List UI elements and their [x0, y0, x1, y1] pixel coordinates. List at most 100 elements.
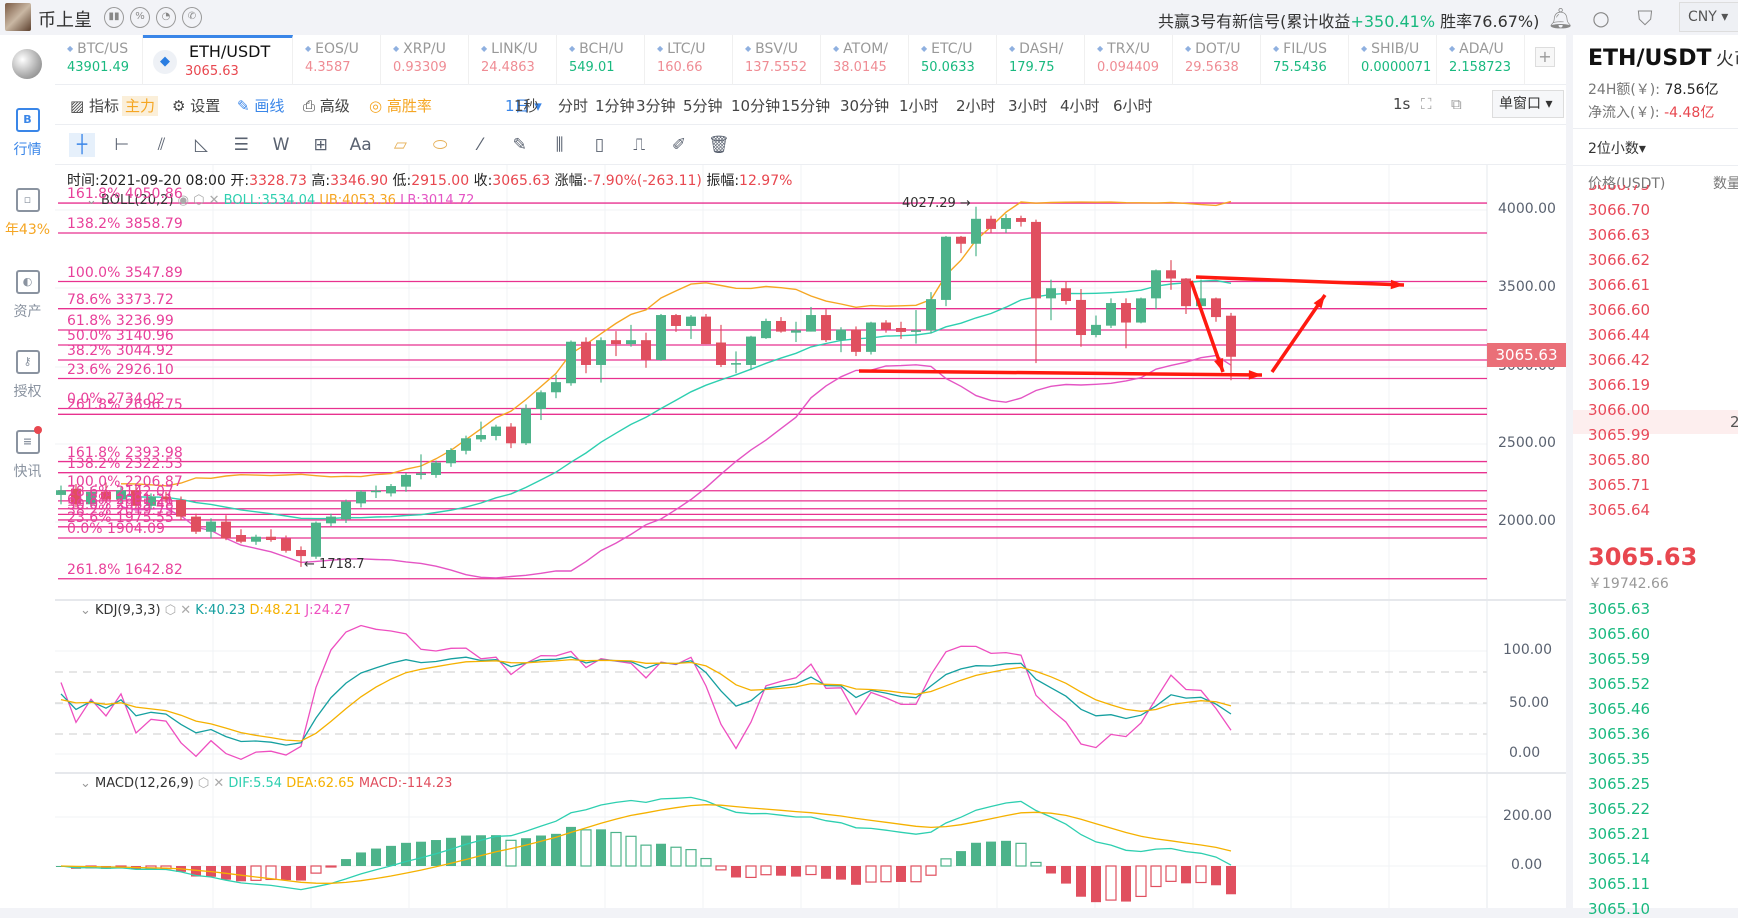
ticker-tab[interactable]: TRX/U 0.094409 [1085, 35, 1173, 85]
settings-button[interactable]: ⚙ 设置 [172, 95, 220, 116]
ask-price[interactable]: 3065.64 [1588, 501, 1650, 519]
bid-price[interactable]: 3065.52 [1588, 675, 1650, 693]
avatar[interactable] [5, 3, 31, 31]
collapse-chevron-icon[interactable]: ⌄ [80, 603, 95, 618]
period-2小时[interactable]: 2小时 [956, 95, 996, 116]
ask-price[interactable]: 3065.71 [1588, 476, 1650, 494]
sidebar-item-annual[interactable]: ▫ 年43% [0, 188, 55, 239]
bid-price[interactable]: 3065.21 [1588, 825, 1650, 843]
bid-price[interactable]: 3065.25 [1588, 775, 1650, 793]
ticker-tab[interactable]: EOS/U 4.3587 [293, 35, 381, 85]
period-3小时[interactable]: 3小时 [1008, 95, 1048, 116]
period-1分钟[interactable]: 1分钟 [595, 95, 635, 116]
period-6小时[interactable]: 6小时 [1113, 95, 1153, 116]
ruler-alt-icon[interactable]: ⬭ [427, 133, 453, 157]
ticker-tab[interactable]: LTC/U 160.66 [645, 35, 733, 85]
close-icon[interactable]: ✕ [209, 193, 224, 208]
sidebar-item-authorize[interactable]: ⚷ 授权 [0, 350, 55, 401]
collapse-chevron-icon[interactable]: ⌄ [80, 776, 95, 791]
ask-price[interactable]: 3066.19 [1588, 376, 1650, 394]
ticker-tab[interactable]: DASH/179.75 [997, 35, 1085, 85]
parallel-lines-icon[interactable]: ⫽ [149, 133, 175, 157]
ticker-tab[interactable]: XRP/U 0.93309 [381, 35, 469, 85]
ticker-tab[interactable]: FIL/US 75.5436 [1261, 35, 1349, 85]
ticker-tab[interactable]: ADA/U 2.158723 [1437, 35, 1525, 85]
ticker-tab[interactable]: BCH/U 549.01 [557, 35, 645, 85]
indicator-button[interactable]: ▨ 指标 主力 [70, 95, 158, 116]
candle-icon[interactable]: ⫼ [547, 133, 573, 157]
ask-price[interactable]: 3066.62 [1588, 251, 1650, 269]
currency-select[interactable]: CNY ▾ [1679, 2, 1738, 32]
period-5分钟[interactable]: 5分钟 [683, 95, 723, 116]
winrate-button[interactable]: ◎ 高胜率 [369, 95, 432, 116]
ask-price[interactable]: 3065.99 [1588, 426, 1650, 444]
ask-price[interactable]: 3066.63 [1588, 226, 1650, 244]
ask-price[interactable]: 3066.70 [1588, 201, 1650, 219]
ticker-tab[interactable]: BTC/US 43901.49 [55, 35, 143, 85]
bid-price[interactable]: 3065.46 [1588, 700, 1650, 718]
trash-icon[interactable]: 🗑 [706, 133, 732, 157]
globe-logo-icon[interactable] [12, 49, 42, 79]
ticker-tab[interactable]: SHIB/U 0.0000071 [1349, 35, 1437, 85]
popout-icon[interactable]: ⧉ [1451, 95, 1462, 113]
period-15分钟[interactable]: 15分钟 [781, 95, 830, 116]
horizontal-segment-icon[interactable]: ⊢ [109, 133, 135, 157]
ruler-icon[interactable]: ▱ [387, 133, 413, 157]
edit-note-icon[interactable]: ✐ [666, 133, 692, 157]
phone-icon[interactable]: ✆ [182, 7, 202, 28]
bid-price[interactable]: 3065.35 [1588, 750, 1650, 768]
shirt-icon[interactable]: ⛉ [1633, 6, 1657, 30]
ticker-tab[interactable]: BSV/U 137.5552 [733, 35, 821, 85]
ask-price[interactable]: 3066.42 [1588, 351, 1650, 369]
close-icon[interactable]: ✕ [180, 603, 195, 618]
bid-price[interactable]: 3065.60 [1588, 625, 1650, 643]
bid-price[interactable]: 3065.63 [1588, 600, 1650, 618]
draw-button[interactable]: ✎ 画线 [237, 95, 284, 116]
ticker-tab[interactable]: DOT/U 29.5638 [1173, 35, 1261, 85]
bid-price[interactable]: 3065.10 [1588, 900, 1650, 918]
bid-price[interactable]: 3065.14 [1588, 850, 1650, 868]
ticker-tab[interactable]: ATOM/38.0145 [821, 35, 909, 85]
period-1小时[interactable]: 1小时 [899, 95, 939, 116]
ticker-tab[interactable]: LINK/U 24.4863 [469, 35, 557, 85]
bid-price[interactable]: 3065.22 [1588, 800, 1650, 818]
ask-price[interactable]: 3065.80 [1588, 451, 1650, 469]
ticker-tab[interactable]: ETC/U 50.0633 [909, 35, 997, 85]
trophy-icon[interactable]: ▮▮ [104, 7, 124, 28]
period-1秒[interactable]: 1秒 [514, 95, 539, 116]
ask-price[interactable]: 3066.61 [1588, 276, 1650, 294]
kline-chart[interactable] [55, 165, 1566, 908]
horizontal-lines-icon[interactable]: ☰ [228, 133, 254, 157]
bookmark-icon[interactable]: ⎍ [626, 133, 652, 157]
period-30分钟[interactable]: 30分钟 [840, 95, 889, 116]
period-分时[interactable]: 分时 [558, 95, 588, 116]
close-icon[interactable]: ✕ [213, 776, 228, 791]
gear-icon[interactable]: ⬡ [198, 776, 213, 791]
add-ticker-button[interactable]: + [1535, 47, 1555, 67]
period-3分钟[interactable]: 3分钟 [636, 95, 676, 116]
search-icon[interactable]: ○ [1589, 6, 1613, 30]
compass-icon[interactable]: ◔ [156, 7, 176, 28]
period-10分钟[interactable]: 10分钟 [731, 95, 780, 116]
ask-price[interactable]: 3066.00 [1588, 401, 1650, 419]
bid-price[interactable]: 3065.11 [1588, 875, 1650, 893]
ask-price[interactable]: 3066.60 [1588, 301, 1650, 319]
ticker-tab[interactable]: ◆ ETH/USDT 3065.63 [143, 35, 293, 85]
triangle-icon[interactable]: ◺ [188, 133, 214, 157]
measure-box-icon[interactable]: ⊞ [308, 133, 334, 157]
wave-icon[interactable]: W [268, 133, 294, 157]
crosshair-icon[interactable]: ┼ [69, 133, 95, 157]
fullscreen-icon[interactable]: ⛶ [1421, 95, 1432, 113]
sidebar-item-market[interactable]: B 行情 [0, 108, 55, 159]
sidebar-item-assets[interactable]: ◐ 资产 [0, 270, 55, 321]
text-icon[interactable]: Aa [348, 133, 374, 157]
bid-price[interactable]: 3065.36 [1588, 725, 1650, 743]
decimals-select[interactable]: 2位小数▾ [1588, 138, 1646, 158]
signal-notice[interactable]: 共赢3号有新信号(累计收益+350.41% 胜率76.67%) [1158, 8, 1539, 32]
bell-icon[interactable]: 🔔︎ [1548, 6, 1573, 30]
period-4小时[interactable]: 4小时 [1060, 95, 1100, 116]
window-select[interactable]: 单窗口 ▾ [1492, 90, 1564, 118]
pencil-line-icon[interactable]: ⁄ [467, 133, 493, 157]
percent-shield-icon[interactable]: % [130, 7, 150, 28]
bid-price[interactable]: 3065.59 [1588, 650, 1650, 668]
